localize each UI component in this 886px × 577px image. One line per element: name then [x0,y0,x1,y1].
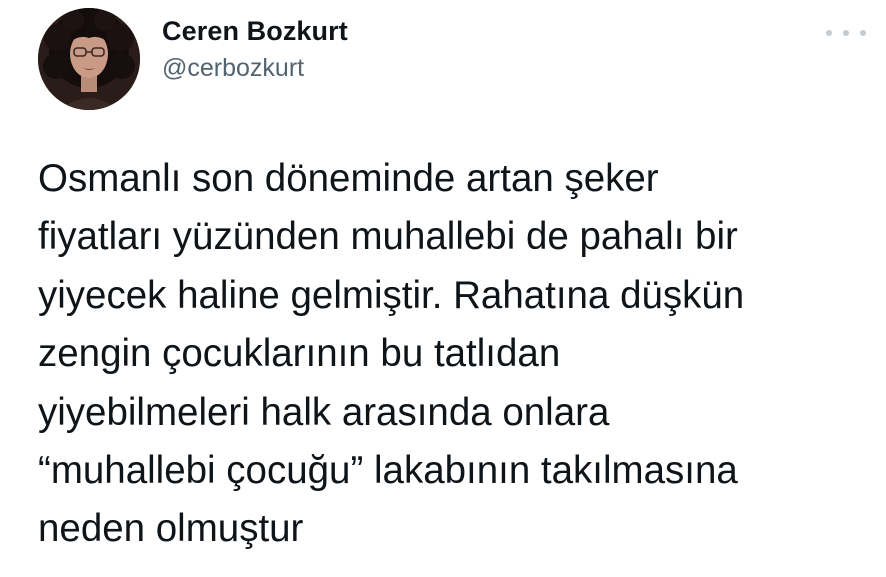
author-display-name[interactable]: Ceren Bozkurt [162,14,348,48]
avatar-photo-icon [38,8,140,110]
tweet-text-line: Osmanlı son döneminde artan şeker [38,157,659,200]
tweet-text-line: “muhallebi çocuğu” lakabının takılmasına [38,449,738,493]
author-handle[interactable]: @cerbozkurt [162,53,348,83]
avatar[interactable] [38,8,140,110]
tweet-text-line: zengin çocuklarının bu tatlıdan [38,332,561,376]
tweet-header: Ceren Bozkurt @cerbozkurt [38,8,866,110]
more-dot [826,30,832,36]
tweet-text-line: neden olmuştur [38,507,304,551]
tweet-text-line: fiyatları yüzünden muhallebi de pahalı b… [38,215,738,259]
tweet-text: Osmanlı son döneminde artan şeker fiyatl… [38,150,868,559]
tweet-card: Ceren Bozkurt @cerbozkurt Osmanlı son dö… [0,0,886,577]
tweet-text-line: yiyebilmeleri halk arasında onlara [38,390,610,434]
more-options-icon[interactable] [826,24,866,42]
tweet-text-line: yiyecek haline gelmiştir. Rahatına düşkü… [38,273,745,317]
author-info: Ceren Bozkurt @cerbozkurt [162,14,348,83]
more-dot [860,30,866,36]
more-dot [843,30,849,36]
